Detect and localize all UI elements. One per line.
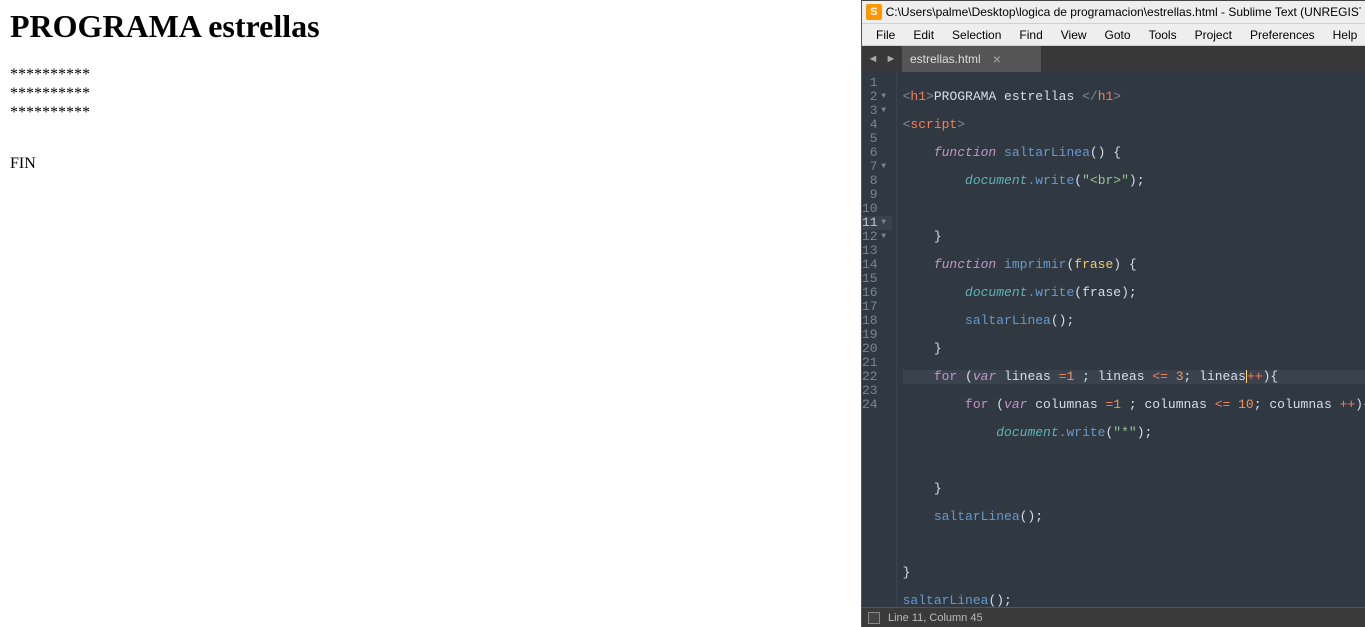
tab-forward-icon[interactable]: ►: [884, 52, 898, 66]
stars-line: **********: [10, 65, 851, 84]
menu-project[interactable]: Project: [1187, 26, 1240, 44]
tab-back-icon[interactable]: ◄: [866, 52, 880, 66]
window-title: C:\Users\palme\Desktop\logica de program…: [886, 5, 1361, 19]
line-number-gutter: 1 2▼ 3▼ 4 5 6 7▼ 8 9 10 11▼ 12▼ 13 14 15…: [862, 72, 897, 607]
tab-estrellas[interactable]: estrellas.html ×: [902, 46, 1042, 72]
sublime-app-icon: S: [866, 4, 882, 20]
menu-bar: File Edit Selection Find View Goto Tools…: [862, 24, 1365, 46]
window-title-bar[interactable]: S C:\Users\palme\Desktop\logica de progr…: [862, 1, 1365, 24]
page-heading: PROGRAMA estrellas: [10, 8, 851, 45]
code-content[interactable]: <h1>PROGRAMA estrellas </h1> <script> fu…: [897, 72, 1365, 607]
menu-goto[interactable]: Goto: [1097, 26, 1139, 44]
status-cursor-position: Line 11, Column 45: [888, 612, 983, 624]
sublime-editor-window: S C:\Users\palme\Desktop\logica de progr…: [861, 0, 1365, 627]
menu-help[interactable]: Help: [1325, 26, 1365, 44]
menu-file[interactable]: File: [868, 26, 903, 44]
browser-page: PROGRAMA estrellas ********** **********…: [0, 0, 861, 627]
menu-edit[interactable]: Edit: [905, 26, 942, 44]
tab-label: estrellas.html: [910, 52, 981, 66]
status-bar: Line 11, Column 45: [862, 607, 1365, 627]
stars-line: **********: [10, 84, 851, 103]
menu-selection[interactable]: Selection: [944, 26, 1009, 44]
fin-text: FIN: [10, 155, 851, 173]
tab-nav: ◄ ►: [862, 46, 902, 72]
tab-bar: ◄ ► estrellas.html ×: [862, 46, 1365, 72]
menu-tools[interactable]: Tools: [1141, 26, 1185, 44]
menu-view[interactable]: View: [1053, 26, 1095, 44]
menu-preferences[interactable]: Preferences: [1242, 26, 1323, 44]
tab-close-icon[interactable]: ×: [993, 51, 1001, 67]
stars-line: **********: [10, 103, 851, 122]
status-panel-icon[interactable]: [868, 612, 880, 624]
code-area[interactable]: 1 2▼ 3▼ 4 5 6 7▼ 8 9 10 11▼ 12▼ 13 14 15…: [862, 72, 1365, 607]
menu-find[interactable]: Find: [1011, 26, 1050, 44]
